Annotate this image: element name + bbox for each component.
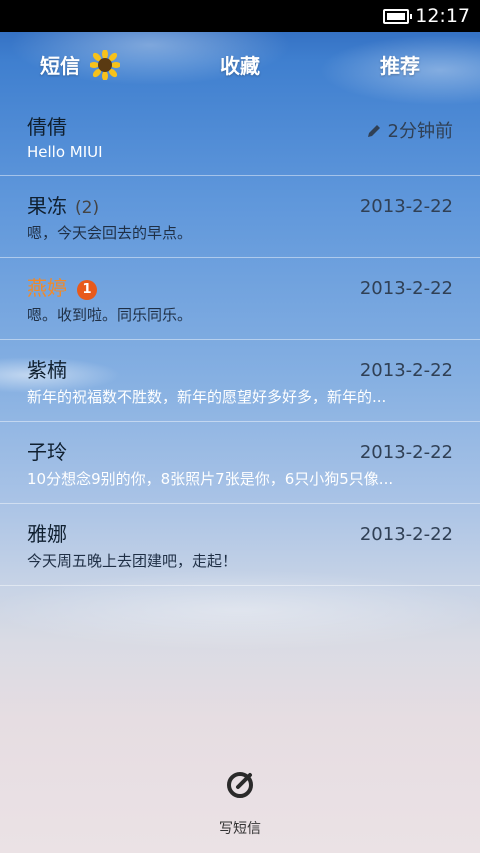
tab-recommended[interactable]: 推荐 [320, 32, 480, 97]
message-date: 2013-2-22 [359, 196, 453, 217]
contact-name-text: 燕婷 [27, 276, 67, 300]
battery-icon [383, 8, 413, 24]
tab-bar: 短信 收藏 推荐 [0, 32, 480, 97]
tab-favorites-label: 收藏 [220, 54, 260, 78]
tab-messages[interactable]: 短信 [0, 32, 160, 97]
message-date: 2013-2-22 [359, 278, 453, 299]
contact-name: 紫楠 [27, 358, 67, 382]
message-preview: 嗯。收到啦。同乐同乐。 [27, 306, 193, 324]
message-date: 2013-2-22 [359, 524, 453, 545]
contact-name: 倩倩 [27, 115, 67, 139]
contact-name: 燕婷 1 [27, 272, 97, 301]
message-time: 2分钟前 [366, 117, 453, 143]
contact-name: 果冻 (2) [27, 190, 99, 219]
message-row[interactable]: 子玲 2013-2-22 10分想念9别的你，8张照片7张是你，6只小狗5只像.… [0, 422, 480, 504]
draft-pencil-icon [367, 125, 380, 137]
compose-icon [227, 772, 253, 798]
status-time: 12:17 [415, 5, 470, 27]
tab-messages-label: 短信 [40, 54, 80, 78]
unread-badge: 1 [77, 280, 97, 300]
message-row[interactable]: 雅娜 2013-2-22 今天周五晚上去团建吧，走起！ [0, 504, 480, 586]
compose-button[interactable]: 写短信 [0, 770, 480, 838]
message-preview: 嗯，今天会回去的早点。 [27, 224, 193, 242]
contact-name: 雅娜 [27, 522, 67, 546]
contact-name: 子玲 [27, 440, 67, 464]
message-row[interactable]: 倩倩 2分钟前 Hello MIUI [0, 97, 480, 176]
message-count: (2) [75, 198, 100, 218]
tab-favorites[interactable]: 收藏 [160, 32, 320, 97]
message-row[interactable]: 燕婷 1 2013-2-22 嗯。收到啦。同乐同乐。 [0, 258, 480, 340]
message-row[interactable]: 果冻 (2) 2013-2-22 嗯，今天会回去的早点。 [0, 176, 480, 258]
compose-label: 写短信 [219, 821, 261, 837]
status-bar: 12:17 [0, 0, 480, 32]
message-date: 2013-2-22 [359, 442, 453, 463]
sunflower-icon [90, 49, 120, 80]
message-preview: 今天周五晚上去团建吧，走起！ [27, 552, 238, 570]
message-list: 倩倩 2分钟前 Hello MIUI 果冻 (2) 2013-2-22 嗯，今天会… [0, 97, 480, 586]
message-row[interactable]: 紫楠 2013-2-22 新年的祝福数不胜数，新年的愿望好多好多，新年的... [0, 340, 480, 422]
tab-recommended-label: 推荐 [380, 54, 420, 78]
message-preview: 新年的祝福数不胜数，新年的愿望好多好多，新年的... [27, 388, 387, 406]
message-preview: 10分想念9别的你，8张照片7张是你，6只小狗5只像... [27, 470, 394, 488]
message-date: 2013-2-22 [359, 360, 453, 381]
message-time-text: 2分钟前 [387, 121, 453, 142]
contact-name-text: 果冻 [27, 194, 67, 218]
message-preview: Hello MIUI [27, 143, 103, 161]
